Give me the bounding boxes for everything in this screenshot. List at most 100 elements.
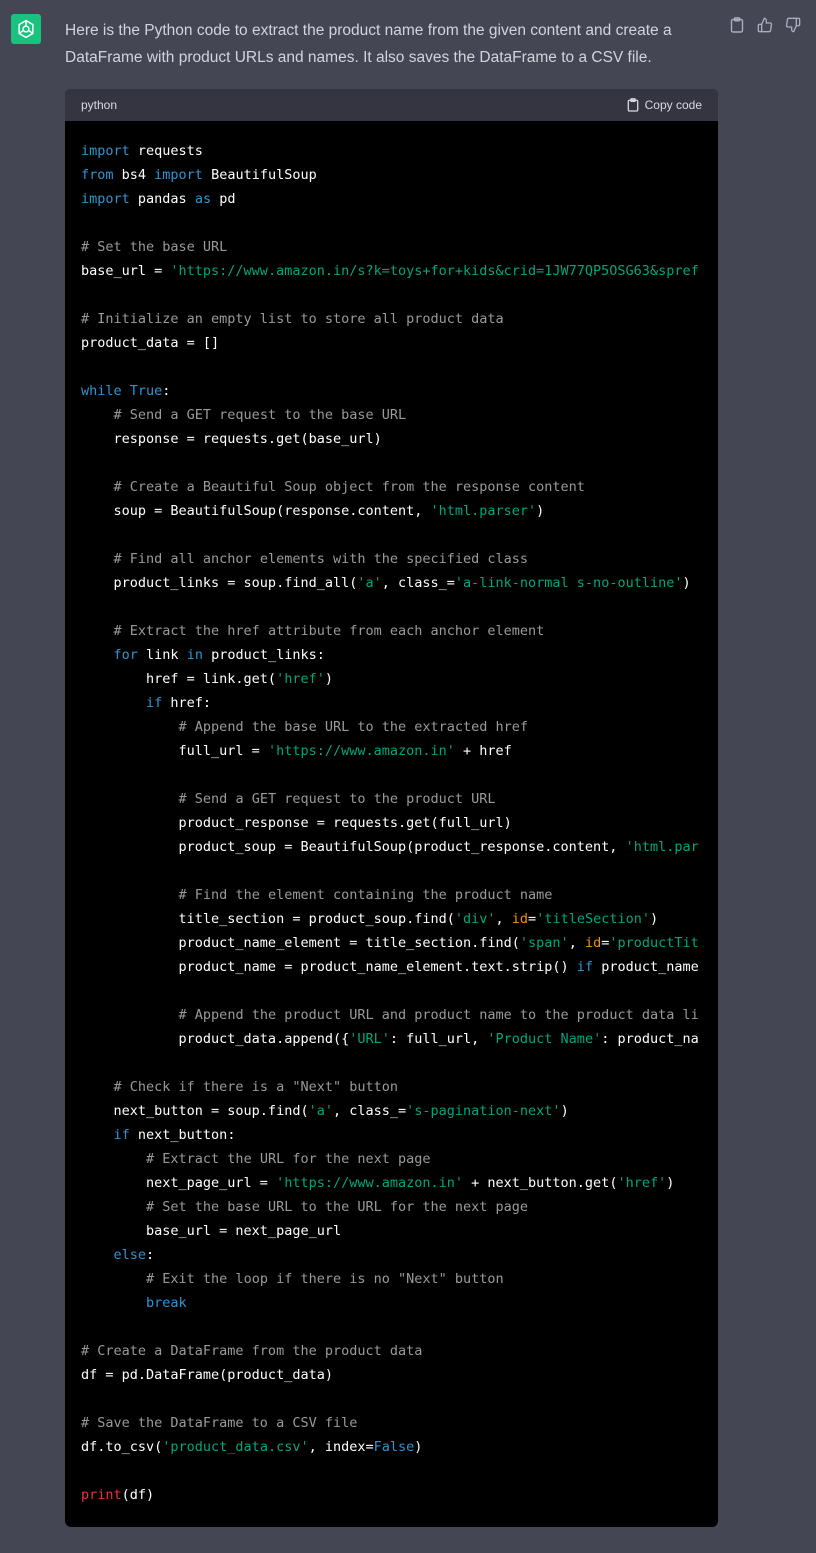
code-token: # Send a GET request to the product URL	[178, 791, 496, 807]
code-line: href = link.get('href')	[81, 667, 702, 691]
copy-code-button[interactable]: Copy code	[627, 98, 702, 112]
code-token: + href	[454, 743, 512, 759]
code-block: python Copy code import requests from bs4…	[65, 89, 718, 1527]
code-line: else:	[81, 1243, 702, 1267]
assistant-avatar	[11, 14, 41, 44]
code-token: # Set the base URL	[81, 239, 228, 255]
code-line: df = pd.DataFrame(product_data)	[81, 1363, 702, 1387]
code-token: , class_=	[381, 575, 455, 591]
code-line: # Create a Beautiful Soup object from th…	[81, 475, 702, 499]
code-token: 'Product Name'	[487, 1031, 602, 1047]
code-token: (df)	[121, 1487, 155, 1503]
code-line: base_url = 'https://www.amazon.in/s?k=to…	[81, 259, 702, 283]
thumbs-up-icon	[757, 17, 773, 33]
code-token: title_section = product_soup.find(	[81, 911, 455, 927]
code-token: =	[528, 911, 537, 927]
code-line: import requests	[81, 139, 702, 163]
code-line: # Set the base URL	[81, 235, 702, 259]
code-token: # Check if there is a "Next" button	[113, 1079, 398, 1095]
code-line: # Exit the loop if there is no "Next" bu…	[81, 1267, 702, 1291]
code-token: product_links = soup.find_all(	[81, 575, 358, 591]
code-token: from	[81, 167, 114, 183]
code-line: # Set the base URL to the URL for the ne…	[81, 1195, 702, 1219]
code-content: import requests from bs4 import Beautiful…	[65, 121, 718, 1507]
code-line: for link in product_links:	[81, 643, 702, 667]
code-token: 'https://www.amazon.in'	[267, 743, 455, 759]
code-token: id	[584, 935, 602, 951]
code-line: response = requests.get(base_url)	[81, 427, 702, 451]
code-token: href = link.get(	[81, 671, 277, 687]
code-token: id	[511, 911, 529, 927]
thumbs-up-button[interactable]	[756, 15, 774, 35]
code-line: # Find the element containing the produc…	[81, 883, 702, 907]
code-token: 'href'	[276, 671, 325, 687]
code-line: # Append the base URL to the extracted h…	[81, 715, 702, 739]
clipboard-icon	[730, 17, 744, 33]
code-token: df.to_csv(	[81, 1439, 163, 1455]
code-token: 'URL'	[349, 1031, 390, 1047]
code-token: product_name = product_name_element.text…	[81, 959, 577, 975]
code-token: )	[560, 1103, 569, 1119]
code-token: 'html.parser'	[430, 503, 537, 519]
code-token: 'https://www.amazon.in/s?k=toys+for+kids…	[170, 263, 699, 279]
code-line: soup = BeautifulSoup(response.content, '…	[81, 499, 702, 523]
code-token: pd	[211, 191, 236, 207]
code-token: response = requests.get(base_url)	[81, 431, 382, 447]
code-line: product_soup = BeautifulSoup(product_res…	[81, 835, 702, 859]
thumbs-down-button[interactable]	[784, 15, 802, 35]
code-token: )	[666, 1175, 675, 1191]
code-token: import	[81, 143, 130, 159]
code-line: df.to_csv('product_data.csv', index=Fals…	[81, 1435, 702, 1459]
code-line: # Extract the URL for the next page	[81, 1147, 702, 1171]
code-line: # Send a GET request to the product URL	[81, 787, 702, 811]
code-token: 'titleSection'	[536, 911, 650, 927]
code-line: next_page_url = 'https://www.amazon.in' …	[81, 1171, 702, 1195]
code-token: else	[113, 1247, 147, 1263]
code-token: # Find all anchor elements with the spec…	[113, 551, 529, 567]
code-line: product_data = []	[81, 331, 702, 355]
copy-message-button[interactable]	[728, 15, 746, 35]
code-token: pandas	[129, 191, 195, 207]
code-token: product_name	[593, 959, 699, 975]
code-token: 'https://www.amazon.in'	[276, 1175, 464, 1191]
code-token: 'div'	[454, 911, 496, 927]
code-token: : product_na	[601, 1031, 699, 1047]
code-token: while	[81, 383, 122, 399]
code-token: print	[81, 1487, 122, 1503]
code-token: product_data = []	[81, 335, 220, 351]
code-token: :	[146, 1247, 155, 1263]
code-token: # Extract the href attribute from each a…	[113, 623, 545, 639]
code-token: # Exit the loop if there is no "Next" bu…	[146, 1271, 504, 1287]
code-token: # Append the base URL to the extracted h…	[178, 719, 529, 735]
code-token: # Initialize an empty list to store all …	[81, 311, 504, 327]
code-token: bs4	[113, 167, 155, 183]
code-token: next_button = soup.find(	[81, 1103, 309, 1119]
code-token: full_url =	[81, 743, 268, 759]
code-line: import pandas as pd	[81, 187, 702, 211]
code-token: # Create a DataFrame from the product da…	[81, 1343, 423, 1359]
code-token: + next_button.get(	[463, 1175, 618, 1191]
code-line: from bs4 import BeautifulSoup	[81, 163, 702, 187]
code-token: next_button:	[129, 1127, 236, 1143]
